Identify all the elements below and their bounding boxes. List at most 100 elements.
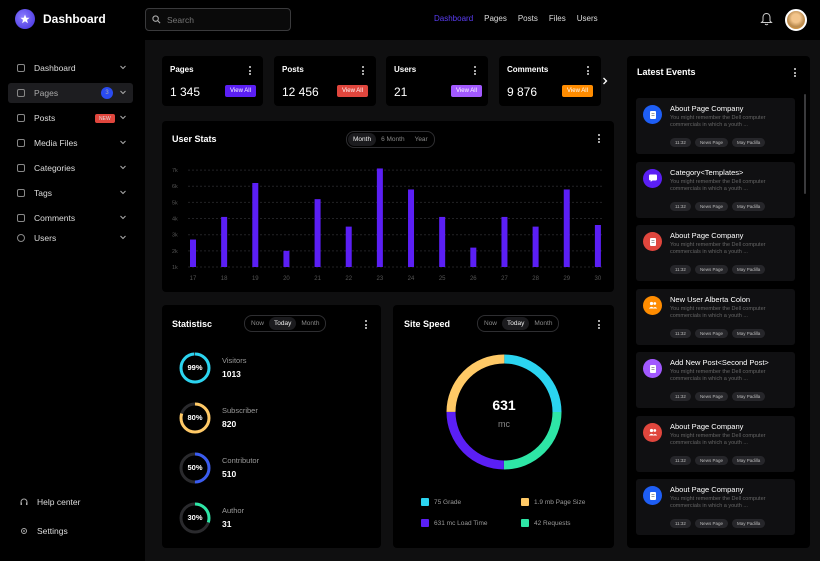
site-speed-unit: mc — [498, 419, 510, 429]
more-icon[interactable] — [248, 66, 252, 75]
top-bar: Dashboard Dashboard Pages Posts Files Us… — [0, 0, 820, 40]
event-author-tag[interactable]: May Padilla — [731, 455, 766, 465]
star-logo-icon — [15, 9, 35, 29]
chevron-right-icon[interactable] — [600, 76, 610, 86]
bar — [470, 247, 477, 267]
bar — [376, 168, 383, 267]
event-author-tag[interactable]: May Padilla — [731, 265, 766, 274]
tab-year[interactable]: Year — [410, 133, 433, 146]
event-item[interactable]: About Page Company You might remember the… — [636, 225, 795, 281]
legend-item-grade: 75 Grade — [421, 498, 461, 506]
topnav-posts[interactable]: Posts — [518, 14, 538, 23]
more-icon[interactable] — [361, 66, 365, 75]
event-item[interactable]: About Page Company You might remember the… — [636, 98, 795, 154]
x-tick-label: 19 — [252, 276, 259, 282]
event-time-tag: 11:32 — [670, 392, 691, 401]
chevron-down-icon — [120, 215, 126, 220]
event-author-tag[interactable]: May Padilla — [731, 138, 766, 147]
brand[interactable]: Dashboard — [15, 9, 106, 29]
x-tick-label: 20 — [283, 276, 290, 282]
sidebar-item-label: Categories — [34, 163, 76, 173]
event-title: About Page Company — [670, 421, 744, 431]
event-time-tag: 11:32 — [670, 201, 691, 211]
topnav-pages[interactable]: Pages — [484, 14, 507, 23]
help-center-link[interactable]: Help center — [20, 497, 80, 507]
more-icon[interactable] — [597, 134, 601, 143]
event-page-tag[interactable]: News Page — [694, 201, 728, 211]
sidebar-item-comments[interactable]: Comments — [8, 208, 133, 228]
stat-card-posts: Posts 12 456 View All — [274, 56, 376, 106]
event-page-tag[interactable]: News Page — [694, 328, 728, 338]
event-author-tag[interactable]: May Padilla — [731, 201, 766, 211]
event-item[interactable]: About Page Company You might remember the… — [636, 415, 795, 472]
search-box[interactable] — [145, 8, 291, 31]
event-item[interactable]: New User Alberta Colon You might remember… — [636, 288, 795, 345]
view-all-button[interactable]: View All — [451, 85, 482, 97]
topnav-users[interactable]: Users — [577, 14, 598, 23]
chat-icon — [643, 168, 662, 188]
sidebar-item-label: Users — [34, 233, 57, 243]
view-all-button[interactable]: View All — [225, 85, 256, 97]
more-icon[interactable] — [473, 66, 477, 75]
sidebar-item-users[interactable]: Users — [8, 228, 133, 248]
sidebar-item-tags[interactable]: Tags — [8, 183, 133, 203]
event-page-tag[interactable]: News Page — [694, 265, 728, 274]
event-page-tag[interactable]: News Page — [694, 455, 728, 465]
page-icon — [643, 359, 662, 378]
event-author-tag[interactable]: May Padilla — [731, 328, 766, 338]
events-scrollbar[interactable] — [804, 94, 806, 194]
user-avatar[interactable] — [785, 9, 807, 31]
page-icon — [643, 486, 662, 505]
tab-today[interactable]: Today — [502, 317, 530, 330]
bell-icon[interactable] — [760, 12, 773, 26]
stat-card-pages: Pages 1 345 View All — [162, 56, 263, 106]
page-icon — [643, 232, 662, 251]
more-icon[interactable] — [586, 66, 590, 75]
more-icon[interactable] — [364, 320, 368, 329]
event-description: You might remember the Dell computer com… — [670, 369, 766, 382]
event-item[interactable]: About Page Company You might remember the… — [636, 479, 795, 535]
tab-month[interactable]: Month — [348, 133, 377, 146]
tab-6-month[interactable]: 6 Month — [376, 133, 410, 146]
sidebar: Dashboard Pages 3 Posts NEW Media Files … — [0, 40, 145, 561]
x-tick-label: 21 — [314, 276, 321, 282]
tab-now[interactable]: Now — [246, 317, 269, 330]
event-time-tag: 11:32 — [670, 265, 691, 274]
stat-label: Pages — [170, 65, 194, 74]
sidebar-item-pages[interactable]: Pages 3 — [8, 83, 133, 103]
pages-icon — [17, 89, 25, 97]
tab-now[interactable]: Now — [479, 317, 502, 330]
event-author-tag[interactable]: May Padilla — [731, 392, 766, 401]
view-all-button[interactable]: View All — [562, 85, 593, 97]
statistic-row: 80% Subscriber 820 — [177, 400, 526, 436]
search-input[interactable] — [167, 14, 277, 25]
y-tick-label: 1k — [172, 265, 178, 271]
sidebar-item-categories[interactable]: Categories — [8, 158, 133, 178]
sidebar-item-posts[interactable]: Posts NEW — [8, 108, 133, 128]
bar — [439, 216, 446, 267]
search-icon — [152, 15, 161, 24]
statistic-value: 820 — [222, 419, 237, 429]
sidebar-item-dashboard[interactable]: Dashboard — [8, 58, 133, 78]
event-author-tag[interactable]: May Padilla — [731, 519, 766, 528]
x-tick-label: 25 — [439, 276, 446, 282]
event-page-tag[interactable]: News Page — [694, 519, 728, 528]
y-tick-label: 3k — [172, 233, 178, 239]
tab-month[interactable]: Month — [296, 317, 324, 330]
event-page-tag[interactable]: News Page — [694, 138, 728, 147]
settings-link[interactable]: Settings — [20, 526, 68, 536]
view-all-button[interactable]: View All — [337, 85, 368, 97]
users-icon — [643, 295, 662, 315]
topnav-files[interactable]: Files — [549, 14, 566, 23]
topnav-dashboard[interactable]: Dashboard — [434, 14, 473, 23]
y-tick-label: 7k — [172, 168, 178, 174]
tab-today[interactable]: Today — [269, 317, 297, 330]
more-icon[interactable] — [793, 68, 797, 77]
tab-month[interactable]: Month — [529, 317, 557, 330]
more-icon[interactable] — [597, 320, 601, 329]
chevron-down-icon — [120, 140, 126, 145]
sidebar-item-media-files[interactable]: Media Files — [8, 133, 133, 153]
event-item[interactable]: Add New Post<Second Post> You might remem… — [636, 352, 795, 408]
event-item[interactable]: Category<Templates> You might remember th… — [636, 161, 795, 218]
event-page-tag[interactable]: News Page — [694, 392, 728, 401]
